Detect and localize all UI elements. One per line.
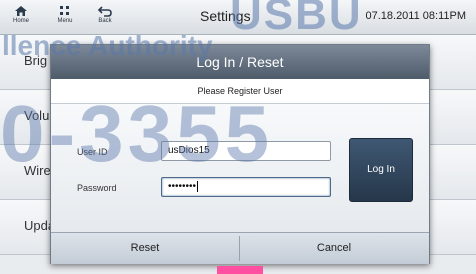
menu-label: Menu bbox=[57, 18, 73, 24]
dialog-subtitle: Please Register User bbox=[51, 79, 429, 104]
text-caret bbox=[197, 180, 199, 192]
dialog-footer: Reset Cancel bbox=[51, 232, 429, 264]
user-id-label: User ID bbox=[77, 147, 108, 157]
pink-tab-indicator bbox=[217, 266, 263, 274]
back-arrow-icon bbox=[97, 6, 112, 17]
login-dialog: Log In / Reset Please Register User User… bbox=[50, 44, 430, 264]
login-button[interactable]: Log In bbox=[349, 138, 413, 202]
back-label: Back bbox=[98, 18, 112, 24]
home-icon bbox=[15, 6, 27, 16]
status-datetime: 07.18.2011 08:11PM bbox=[365, 10, 466, 22]
cancel-button[interactable]: Cancel bbox=[240, 233, 428, 264]
list-item-label: Wire bbox=[24, 163, 51, 178]
user-id-value: usDios15 bbox=[168, 145, 210, 156]
page-title: Settings bbox=[200, 8, 251, 24]
dialog-body: User ID usDios15 Password •••••••• Log I… bbox=[51, 104, 429, 232]
password-value: •••••••• bbox=[168, 181, 197, 192]
back-button[interactable]: Back bbox=[88, 2, 122, 32]
list-item-label: Brig bbox=[24, 53, 48, 68]
top-bar: Home Menu Back Settings 07.18.2011 08:11… bbox=[0, 0, 476, 35]
menu-button[interactable]: Menu bbox=[48, 2, 82, 32]
user-id-field[interactable]: usDios15 bbox=[161, 141, 331, 161]
dialog-title: Log In / Reset bbox=[51, 45, 429, 79]
password-label: Password bbox=[77, 183, 117, 193]
home-button[interactable]: Home bbox=[4, 2, 38, 32]
list-item-label: Volu bbox=[24, 108, 50, 123]
home-label: Home bbox=[12, 18, 29, 24]
menu-grid-icon bbox=[60, 6, 69, 15]
reset-button[interactable]: Reset bbox=[51, 233, 239, 264]
password-field[interactable]: •••••••• bbox=[161, 177, 331, 197]
